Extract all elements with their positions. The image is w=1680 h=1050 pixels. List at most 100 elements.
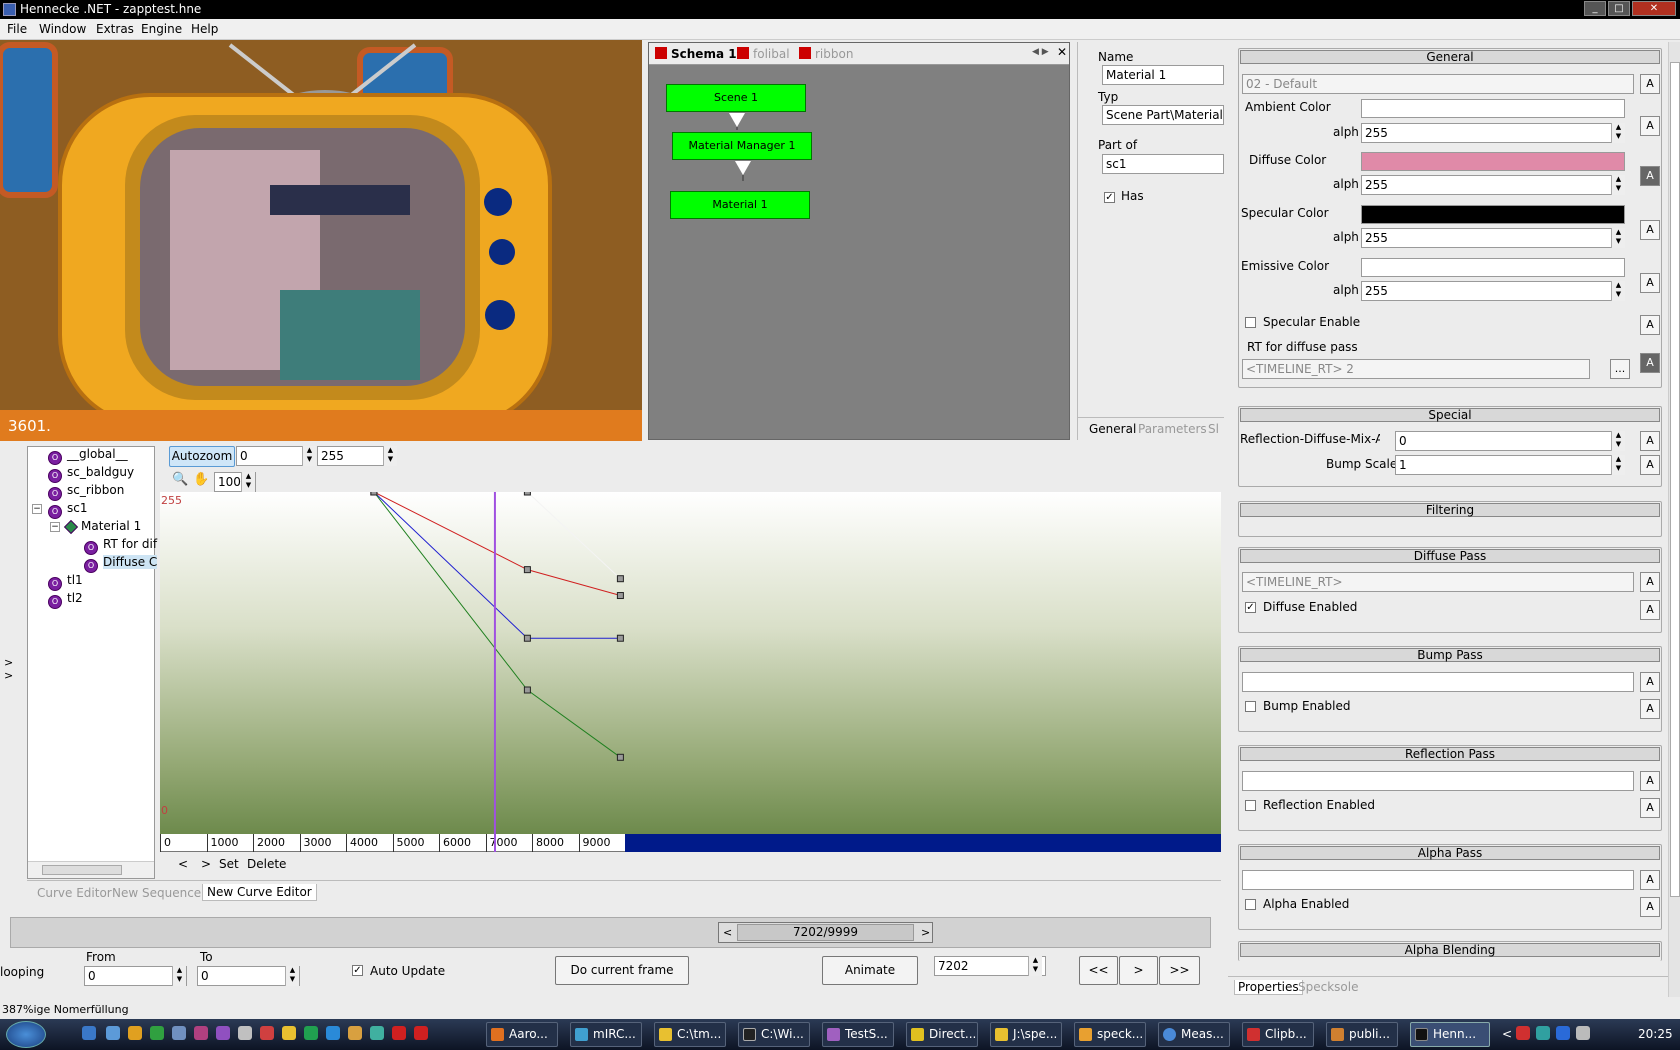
tree-item-rt-for-diffuse[interactable]: O RT for dif <box>84 537 157 555</box>
quicklaunch-icon[interactable] <box>216 1026 230 1040</box>
tab-sl[interactable]: Sl <box>1208 422 1219 436</box>
tab-schema-1[interactable]: Schema 1 <box>655 47 737 61</box>
expand-arrows[interactable]: > > <box>4 656 13 682</box>
taskbar-item-publi[interactable]: publi... <box>1326 1022 1398 1047</box>
reflection-enabled-checkbox[interactable] <box>1245 800 1256 811</box>
curve-series-1[interactable] <box>373 491 621 639</box>
taskbar-item-tests[interactable]: TestS... <box>822 1022 894 1047</box>
diffuse-a-button[interactable]: A <box>1640 166 1660 186</box>
timeline-left-arrow[interactable]: < <box>723 926 732 939</box>
taskbar-item-speck[interactable]: speck... <box>1074 1022 1146 1047</box>
zoom-percent-spinner[interactable]: ▲ ▼ <box>241 472 255 492</box>
tree-item-sc-ribbon[interactable]: Osc_ribbon <box>48 483 124 501</box>
taskbar-item-cwi[interactable]: C:\Wi... <box>738 1022 810 1047</box>
network-icon[interactable] <box>1556 1026 1570 1040</box>
play-button[interactable]: > <box>1119 956 1158 985</box>
auto-update-checkbox[interactable]: ✓ <box>352 965 363 976</box>
specular-enable-checkbox[interactable] <box>1245 317 1256 328</box>
specular-alpha-input[interactable]: 255 <box>1361 228 1625 248</box>
tree-item-global[interactable]: O __global__ <box>48 447 128 465</box>
quicklaunch-icon[interactable] <box>106 1026 120 1040</box>
autozoom-button[interactable]: Autozoom <box>169 446 235 467</box>
props-scrollbar[interactable] <box>1668 42 1680 997</box>
curve-min-spinner[interactable]: ▲ ▼ <box>302 446 316 466</box>
type-field[interactable]: Scene Part\Material (M <box>1102 105 1224 125</box>
taskbar-item-hennecke[interactable]: Henn... <box>1410 1022 1490 1047</box>
specular-a-button[interactable]: A <box>1640 220 1660 240</box>
tree-item-sc1[interactable]: Osc1 <box>48 501 87 519</box>
tree-item-sc-baldguy[interactable]: Osc_baldguy <box>48 465 134 483</box>
tab-new-sequencer[interactable]: New Sequencer <box>112 886 206 900</box>
bump-scale-a-button[interactable]: A <box>1640 455 1660 475</box>
tree-item-diffuse-color[interactable]: O Diffuse C <box>84 555 158 573</box>
reflection-pass-field[interactable] <box>1242 771 1634 791</box>
collapse-sc1-icon[interactable]: − <box>32 504 42 514</box>
specular-enable-a-button[interactable]: A <box>1640 315 1660 335</box>
start-button[interactable] <box>6 1021 46 1048</box>
curve-next-button[interactable]: > <box>201 857 211 871</box>
keyframe-point[interactable] <box>616 592 624 600</box>
specular-alpha-spinner[interactable]: ▲ ▼ <box>1611 228 1625 248</box>
keyframe-point[interactable] <box>523 566 531 574</box>
material-preset-field[interactable]: 02 - Default <box>1242 74 1634 94</box>
emissive-alpha-spinner[interactable]: ▲ ▼ <box>1611 281 1625 301</box>
tray-icon[interactable] <box>1536 1026 1550 1040</box>
rt-browse-button[interactable]: ... <box>1610 359 1630 379</box>
bump-pass-a-button[interactable]: A <box>1640 672 1660 692</box>
ruler-cursor[interactable] <box>493 834 496 852</box>
quicklaunch-icon[interactable] <box>150 1026 164 1040</box>
taskbar-item-meas[interactable]: Meas... <box>1158 1022 1230 1047</box>
quicklaunch-icon[interactable] <box>304 1026 318 1040</box>
curve-plot[interactable] <box>160 488 1221 834</box>
tab-curve-editor[interactable]: Curve Editor <box>37 886 112 900</box>
emissive-color-swatch[interactable] <box>1361 258 1625 277</box>
fast-forward-button[interactable]: >> <box>1159 956 1200 985</box>
tab-scroll-arrows[interactable]: ◀ ▶ <box>1032 47 1049 57</box>
emissive-alpha-input[interactable]: 255 <box>1361 281 1625 301</box>
schema-node-material[interactable]: Material 1 <box>670 191 810 219</box>
time-ruler[interactable]: 0 1000 2000 3000 4000 5000 6000 7000 8000 9000 <box>160 834 1221 852</box>
keyframe-point[interactable] <box>523 634 531 642</box>
quicklaunch-icon[interactable] <box>282 1026 296 1040</box>
quicklaunch-icon[interactable] <box>370 1026 384 1040</box>
frame-spinner[interactable]: ▲ ▼ <box>1028 956 1042 976</box>
maximize-button[interactable]: □ <box>1608 1 1630 16</box>
from-spinner[interactable]: ▲ ▼ <box>172 966 186 986</box>
keyframe-point[interactable] <box>523 686 531 694</box>
to-spinner[interactable]: ▲ ▼ <box>285 966 299 986</box>
ambient-alpha-input[interactable]: 255 <box>1361 123 1625 143</box>
keyframe-point[interactable] <box>523 488 531 496</box>
taskbar-item-ctm[interactable]: C:\tm... <box>654 1022 726 1047</box>
timeline-scrollbar[interactable]: < 7202/9999 > <box>718 922 933 943</box>
render-viewport[interactable]: 3601. <box>0 40 642 441</box>
quicklaunch-icon[interactable] <box>194 1026 208 1040</box>
curve-graph[interactable]: 255 0 <box>160 488 1221 834</box>
tab-folibal[interactable]: folibal <box>737 47 790 61</box>
tray-icon[interactable] <box>1516 1026 1530 1040</box>
reflection-enabled-a-button[interactable]: A <box>1640 798 1660 818</box>
taskbar-item-aaro[interactable]: Aaro... <box>486 1022 558 1047</box>
curve-series-2[interactable] <box>373 491 621 758</box>
part-of-field[interactable]: sc1 <box>1102 154 1224 174</box>
tree-scroll-thumb[interactable] <box>42 865 122 875</box>
diffuse-enabled-checkbox[interactable]: ✓ <box>1245 602 1256 613</box>
taskbar-item-direct[interactable]: Direct... <box>906 1022 978 1047</box>
tab-properties[interactable]: Properties <box>1234 980 1303 995</box>
volume-icon[interactable] <box>1576 1026 1590 1040</box>
set-key-button[interactable]: Set <box>219 857 239 871</box>
schema-node-material-manager[interactable]: Material Manager 1 <box>672 132 812 160</box>
alpha-pass-a-button[interactable]: A <box>1640 870 1660 890</box>
diffuse-pass-a-button[interactable]: A <box>1640 572 1660 592</box>
delete-key-button[interactable]: Delete <box>247 857 286 871</box>
ambient-a-button[interactable]: A <box>1640 116 1660 136</box>
ambient-color-swatch[interactable] <box>1361 99 1625 118</box>
tree-item-tl2[interactable]: Otl2 <box>48 591 83 609</box>
tray-expand-icon[interactable]: < <box>1502 1027 1512 1041</box>
animate-button[interactable]: Animate <box>822 956 918 985</box>
diffuse-color-swatch[interactable] <box>1361 152 1625 171</box>
bump-enabled-checkbox[interactable] <box>1245 701 1256 712</box>
specular-color-swatch[interactable] <box>1361 205 1625 224</box>
quicklaunch-icon[interactable] <box>128 1026 142 1040</box>
alpha-enabled-checkbox[interactable] <box>1245 899 1256 910</box>
has-checkbox[interactable]: ✓ <box>1104 192 1115 203</box>
